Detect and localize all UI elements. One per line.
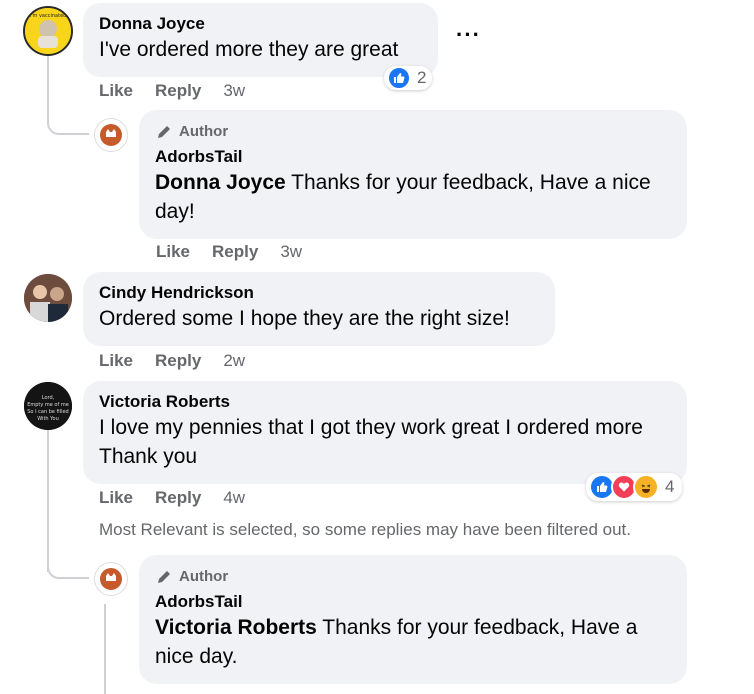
like-button[interactable]: Like xyxy=(99,351,133,371)
pencil-icon xyxy=(158,571,170,583)
like-button[interactable]: Like xyxy=(99,488,133,508)
comment-actions: Like Reply 4w xyxy=(99,488,267,508)
comment-text: I've ordered more they are great xyxy=(99,38,399,61)
reply-button[interactable]: Reply xyxy=(212,242,258,262)
timestamp[interactable]: 3w xyxy=(280,242,302,262)
reply-button[interactable]: Reply xyxy=(155,81,201,101)
like-button[interactable]: Like xyxy=(156,242,190,262)
author-badge-label: Author xyxy=(179,123,229,140)
reply-button[interactable]: Reply xyxy=(155,351,201,371)
commenter-name[interactable]: Cindy Hendrickson xyxy=(99,282,539,304)
like-reaction-icon xyxy=(387,66,411,90)
author-badge-label: Author xyxy=(179,568,229,585)
reaction-summary[interactable]: 4 xyxy=(586,473,683,501)
avatar-image xyxy=(24,274,72,322)
avatar-image: I'm vaccinated xyxy=(25,8,71,54)
reaction-summary[interactable]: 2 xyxy=(384,66,433,90)
reply-button[interactable]: Reply xyxy=(155,488,201,508)
comment-actions: Like Reply 3w xyxy=(156,242,324,262)
timestamp[interactable]: 2w xyxy=(223,351,245,371)
avatar[interactable] xyxy=(24,274,72,322)
timestamp[interactable]: 3w xyxy=(223,81,245,101)
commenter-name[interactable]: Donna Joyce xyxy=(99,13,422,35)
author-badge: Author xyxy=(155,122,671,142)
avatar[interactable] xyxy=(94,118,128,152)
svg-text:With You: With You xyxy=(37,416,59,422)
avatar-image xyxy=(100,124,122,146)
haha-reaction-icon xyxy=(633,474,659,500)
avatar-image xyxy=(100,568,122,590)
comment-text: Ordered some I hope they are the right s… xyxy=(99,307,510,330)
author-badge: Author xyxy=(155,567,671,587)
pencil-icon xyxy=(158,126,170,138)
avatar[interactable]: I'm vaccinated xyxy=(23,6,73,56)
timestamp[interactable]: 4w xyxy=(223,488,245,508)
reaction-count: 2 xyxy=(417,68,427,87)
comment-bubble: Author AdorbsTail Donna Joyce Thanks for… xyxy=(139,110,687,239)
svg-text:So I can be filled: So I can be filled xyxy=(27,409,68,415)
svg-text:Empty me of me: Empty me of me xyxy=(27,402,69,408)
reaction-count: 4 xyxy=(665,477,675,496)
comment-bubble: Author AdorbsTail Victoria Roberts Thank… xyxy=(139,555,687,684)
thread-line-reply xyxy=(104,604,106,694)
avatar[interactable]: Lord, Empty me of me So I can be filled … xyxy=(24,382,72,430)
comment-text: Victoria Roberts Thanks for your feedbac… xyxy=(155,616,638,668)
comment-text: I love my pennies that I got they work g… xyxy=(99,416,643,468)
comment-actions: Like Reply 3w xyxy=(99,81,267,101)
comment-actions: Like Reply 2w xyxy=(99,351,267,371)
svg-text:Lord,: Lord, xyxy=(42,395,55,401)
svg-text:I'm vaccinated: I'm vaccinated xyxy=(30,13,67,19)
mention[interactable]: Donna Joyce xyxy=(155,171,286,194)
comment-text: Donna Joyce Thanks for your feedback, Ha… xyxy=(155,171,651,223)
filter-note: Most Relevant is selected, so some repli… xyxy=(99,520,631,539)
avatar[interactable] xyxy=(94,562,128,596)
thread-elbow xyxy=(47,100,89,135)
commenter-name[interactable]: AdorbsTail xyxy=(155,146,671,168)
comment-bubble: Donna Joyce I've ordered more they are g… xyxy=(83,3,438,77)
avatar-image: Lord, Empty me of me So I can be filled … xyxy=(24,382,72,430)
more-options-icon[interactable]: ··· xyxy=(456,22,481,48)
mention[interactable]: Victoria Roberts xyxy=(155,616,317,639)
like-button[interactable]: Like xyxy=(99,81,133,101)
thread-elbow xyxy=(47,540,89,579)
commenter-name[interactable]: AdorbsTail xyxy=(155,591,671,613)
comment-bubble: Cindy Hendrickson Ordered some I hope th… xyxy=(83,272,555,346)
commenter-name[interactable]: Victoria Roberts xyxy=(99,391,671,413)
comment-bubble: Victoria Roberts I love my pennies that … xyxy=(83,381,687,484)
